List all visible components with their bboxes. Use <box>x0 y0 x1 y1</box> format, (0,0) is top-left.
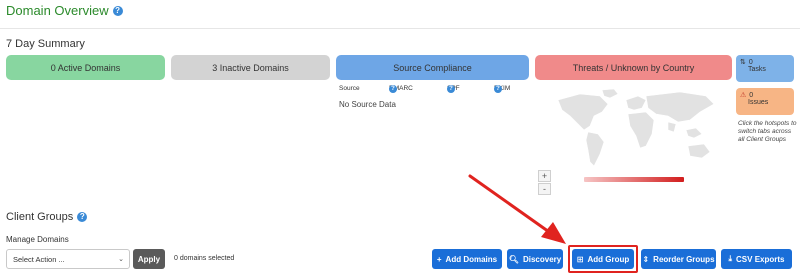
summary-title: 7 Day Summary <box>6 38 85 50</box>
search-icon: 🔍︎ <box>508 254 519 264</box>
dkim-help-icon[interactable]: ? <box>494 85 502 93</box>
discovery-button[interactable]: 🔍︎ Discovery <box>507 249 563 269</box>
discovery-label: Discovery <box>522 254 562 264</box>
inactive-domains-tile[interactable]: 3 Inactive Domains <box>171 55 330 80</box>
page-title-text: Domain Overview <box>6 3 109 18</box>
map-zoom-in-button[interactable]: + <box>538 170 551 182</box>
source-compliance-tile[interactable]: Source Compliance <box>336 55 529 80</box>
warning-icon: ⚠ <box>740 92 747 99</box>
plus-icon: + <box>436 254 442 264</box>
download-icon: ⤓ <box>728 254 733 263</box>
tasks-tile[interactable]: ⇅ 0 Tasks <box>736 55 794 82</box>
hotspot-hint-text: Click the hotspots to switch tabs across… <box>738 120 797 143</box>
apply-button[interactable]: Apply <box>133 249 165 269</box>
chevron-down-icon: ⌄ <box>118 256 124 263</box>
add-group-highlight-box <box>568 245 638 273</box>
client-groups-help-icon[interactable]: ? <box>77 212 88 222</box>
map-color-scale <box>584 177 684 182</box>
divider <box>0 28 800 29</box>
active-domains-tile[interactable]: 0 Active Domains <box>6 55 165 80</box>
reorder-groups-label: Reorder Groups <box>653 254 715 264</box>
add-domains-button[interactable]: + Add Domains <box>432 249 502 269</box>
csv-exports-button[interactable]: ⤓ CSV Exports <box>721 249 792 269</box>
world-map[interactable] <box>550 86 722 172</box>
threats-by-country-tile[interactable]: Threats / Unknown by Country <box>535 55 732 80</box>
issues-label: Issues <box>748 99 769 106</box>
page-title: Domain Overview ? <box>6 3 123 18</box>
source-column-header: Source <box>339 85 360 92</box>
action-select[interactable]: Select Action ... ⌄ <box>6 249 130 269</box>
client-groups-title-text: Client Groups <box>6 211 74 223</box>
tasks-label: Tasks <box>748 66 766 73</box>
help-icon[interactable]: ? <box>112 5 123 16</box>
issues-tile[interactable]: ⚠ 0 Issues <box>736 88 794 115</box>
action-select-value: Select Action ... <box>13 254 65 264</box>
spf-help-icon[interactable]: ? <box>447 85 455 93</box>
no-source-data-text: No Source Data <box>339 100 396 109</box>
selected-count-text: 0 domains selected <box>174 255 235 262</box>
manage-domains-label: Manage Domains <box>6 235 69 244</box>
issues-count: 0 <box>749 91 754 99</box>
add-domains-label: Add Domains <box>445 254 498 264</box>
reorder-groups-button[interactable]: ⇕ Reorder Groups <box>641 249 716 269</box>
sort-icon: ⇕ <box>642 254 650 264</box>
tasks-icon: ⇅ <box>740 59 746 66</box>
client-groups-title: Client Groups ? <box>6 211 88 223</box>
map-zoom-out-button[interactable]: - <box>538 183 551 195</box>
csv-exports-label: CSV Exports <box>736 254 785 264</box>
tasks-count: 0 <box>748 58 753 66</box>
dmarc-help-icon[interactable]: ? <box>389 85 397 93</box>
